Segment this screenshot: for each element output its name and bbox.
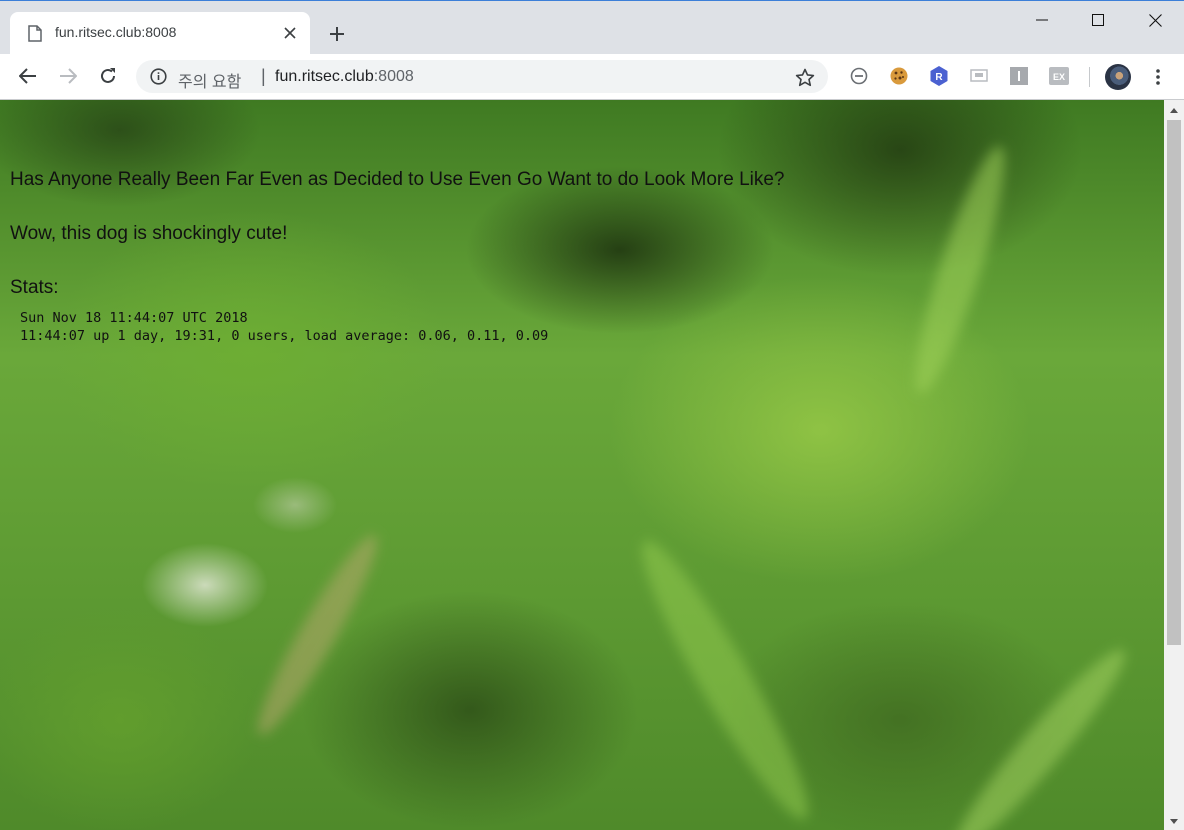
new-tab-button[interactable] (324, 21, 350, 47)
forward-button[interactable] (53, 61, 83, 91)
menu-kebab-icon[interactable] (1147, 65, 1169, 89)
background-grass-image (900, 140, 1020, 400)
vertical-scrollbar[interactable] (1164, 100, 1184, 830)
background-grass-blade (244, 526, 391, 744)
browser-tab[interactable]: fun.ritsec.club:8008 (10, 12, 310, 55)
info-icon[interactable] (150, 68, 167, 90)
stats-date: Sun Nov 18 11:44:07 UTC 2018 (20, 310, 248, 326)
bookmark-star-icon[interactable] (795, 68, 815, 92)
page-subtitle: Wow, this dog is shockingly cute! (10, 223, 288, 244)
page-viewport: Has Anyone Really Been Far Even as Decid… (0, 100, 1164, 830)
r-badge-icon[interactable]: R (928, 65, 950, 87)
reload-button[interactable] (93, 61, 123, 91)
tab-strip: fun.ritsec.club:8008 (0, 0, 1184, 55)
bookmark-i-icon[interactable] (1008, 65, 1030, 87)
screen-icon[interactable] (968, 65, 990, 87)
stats-label: Stats: (10, 277, 59, 298)
back-button[interactable] (13, 61, 43, 91)
page-headline: Has Anyone Really Been Far Even as Decid… (10, 169, 785, 190)
svg-text:R: R (935, 72, 943, 83)
scroll-down-arrow-icon[interactable] (1170, 819, 1178, 824)
document-icon (28, 25, 42, 47)
stats-uptime: 11:44:07 up 1 day, 19:31, 0 users, load … (20, 328, 549, 344)
maximize-button[interactable] (1069, 1, 1127, 39)
close-window-button[interactable] (1126, 1, 1184, 39)
tab-title: fun.ritsec.club:8008 (55, 24, 177, 40)
minus-circle-icon[interactable] (848, 65, 870, 87)
browser-toolbar: 주의 요함 | fun.ritsec.club:8008 R EX (0, 54, 1184, 100)
url-separator: | (261, 66, 266, 86)
scrollbar-thumb[interactable] (1167, 120, 1181, 645)
cookie-icon[interactable] (888, 65, 910, 87)
url-text[interactable]: fun.ritsec.club:8008 (275, 68, 414, 86)
security-label: 주의 요함 (178, 74, 242, 91)
url-host: fun.ritsec.club (275, 68, 374, 85)
minimize-button[interactable] (1013, 1, 1071, 39)
url-port: :8008 (373, 68, 414, 85)
address-bar[interactable]: 주의 요함 | fun.ritsec.club:8008 (136, 60, 828, 93)
background-grass-blade (623, 528, 827, 830)
profile-avatar[interactable] (1105, 64, 1131, 90)
toolbar-divider (1089, 67, 1090, 87)
background-grass-blade (941, 637, 1139, 830)
svg-text:EX: EX (1053, 72, 1065, 82)
ex-icon[interactable]: EX (1048, 65, 1070, 87)
tab-close-icon[interactable] (278, 21, 302, 45)
scroll-up-arrow-icon[interactable] (1170, 108, 1178, 113)
